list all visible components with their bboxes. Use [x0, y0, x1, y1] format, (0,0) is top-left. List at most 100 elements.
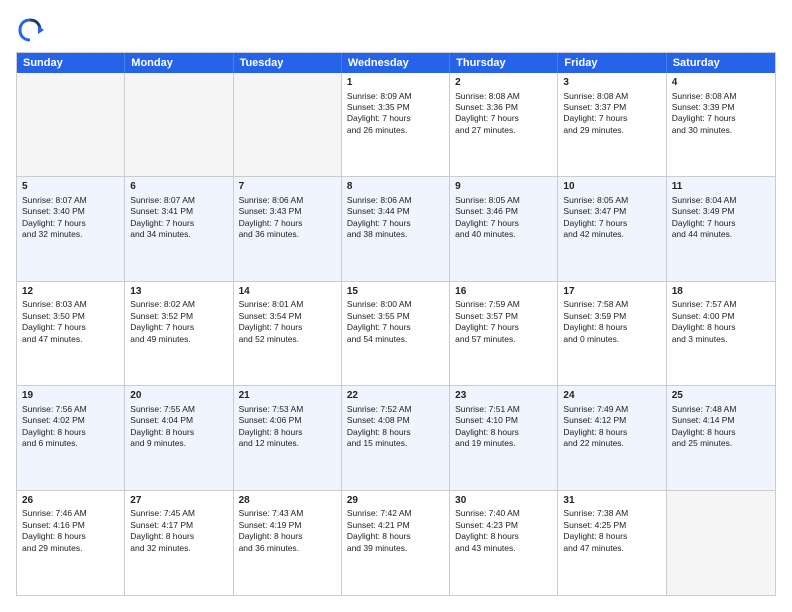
cell-line: Sunset: 4:08 PM	[347, 415, 444, 426]
cell-line: and 29 minutes.	[22, 543, 119, 554]
calendar-cell-6: 6Sunrise: 8:07 AMSunset: 3:41 PMDaylight…	[125, 177, 233, 280]
calendar-body: 1Sunrise: 8:09 AMSunset: 3:35 PMDaylight…	[17, 73, 775, 595]
cell-line: Daylight: 8 hours	[130, 427, 227, 438]
cell-line: Sunset: 4:19 PM	[239, 520, 336, 531]
calendar-cell-5: 5Sunrise: 8:07 AMSunset: 3:40 PMDaylight…	[17, 177, 125, 280]
day-number: 28	[239, 494, 336, 508]
day-headers: SundayMondayTuesdayWednesdayThursdayFrid…	[17, 53, 775, 73]
day-number: 4	[672, 76, 770, 90]
cell-line: Daylight: 7 hours	[239, 218, 336, 229]
cell-line: and 34 minutes.	[130, 229, 227, 240]
day-number: 26	[22, 494, 119, 508]
empty-cell	[125, 73, 233, 176]
cell-line: Sunset: 3:44 PM	[347, 206, 444, 217]
cell-line: and 49 minutes.	[130, 334, 227, 345]
cell-line: and 39 minutes.	[347, 543, 444, 554]
calendar-cell-22: 22Sunrise: 7:52 AMSunset: 4:08 PMDayligh…	[342, 386, 450, 489]
day-number: 31	[563, 494, 660, 508]
cell-line: and 27 minutes.	[455, 125, 552, 136]
calendar-cell-24: 24Sunrise: 7:49 AMSunset: 4:12 PMDayligh…	[558, 386, 666, 489]
calendar-cell-9: 9Sunrise: 8:05 AMSunset: 3:46 PMDaylight…	[450, 177, 558, 280]
calendar-cell-1: 1Sunrise: 8:09 AMSunset: 3:35 PMDaylight…	[342, 73, 450, 176]
calendar-cell-18: 18Sunrise: 7:57 AMSunset: 4:00 PMDayligh…	[667, 282, 775, 385]
cell-line: Daylight: 8 hours	[672, 322, 770, 333]
calendar: SundayMondayTuesdayWednesdayThursdayFrid…	[16, 52, 776, 596]
cell-line: and 22 minutes.	[563, 438, 660, 449]
cell-line: and 0 minutes.	[563, 334, 660, 345]
day-number: 6	[130, 180, 227, 194]
cell-line: Sunset: 4:10 PM	[455, 415, 552, 426]
page: SundayMondayTuesdayWednesdayThursdayFrid…	[0, 0, 792, 612]
cell-line: Sunset: 3:49 PM	[672, 206, 770, 217]
cell-line: Sunrise: 7:57 AM	[672, 299, 770, 310]
cell-line: and 38 minutes.	[347, 229, 444, 240]
cell-line: Daylight: 8 hours	[347, 427, 444, 438]
cell-line: Daylight: 8 hours	[563, 531, 660, 542]
cell-line: Sunrise: 7:43 AM	[239, 508, 336, 519]
day-number: 24	[563, 389, 660, 403]
day-number: 16	[455, 285, 552, 299]
cell-line: Sunset: 3:52 PM	[130, 311, 227, 322]
cell-line: Sunrise: 8:06 AM	[347, 195, 444, 206]
day-header-wednesday: Wednesday	[342, 53, 450, 73]
cell-line: and 3 minutes.	[672, 334, 770, 345]
cell-line: Daylight: 7 hours	[347, 113, 444, 124]
day-number: 13	[130, 285, 227, 299]
calendar-cell-27: 27Sunrise: 7:45 AMSunset: 4:17 PMDayligh…	[125, 491, 233, 595]
cell-line: Sunset: 3:36 PM	[455, 102, 552, 113]
cell-line: Daylight: 7 hours	[563, 218, 660, 229]
calendar-cell-23: 23Sunrise: 7:51 AMSunset: 4:10 PMDayligh…	[450, 386, 558, 489]
cell-line: Sunset: 3:39 PM	[672, 102, 770, 113]
calendar-cell-30: 30Sunrise: 7:40 AMSunset: 4:23 PMDayligh…	[450, 491, 558, 595]
calendar-cell-8: 8Sunrise: 8:06 AMSunset: 3:44 PMDaylight…	[342, 177, 450, 280]
day-number: 25	[672, 389, 770, 403]
day-number: 11	[672, 180, 770, 194]
cell-line: Sunset: 4:23 PM	[455, 520, 552, 531]
cell-line: Daylight: 7 hours	[130, 218, 227, 229]
logo	[16, 16, 48, 44]
cell-line: Sunrise: 8:08 AM	[672, 91, 770, 102]
cell-line: Sunrise: 7:55 AM	[130, 404, 227, 415]
cell-line: Sunrise: 8:04 AM	[672, 195, 770, 206]
cell-line: Sunset: 4:06 PM	[239, 415, 336, 426]
cell-line: Sunset: 4:02 PM	[22, 415, 119, 426]
calendar-cell-7: 7Sunrise: 8:06 AMSunset: 3:43 PMDaylight…	[234, 177, 342, 280]
cell-line: Sunrise: 7:45 AM	[130, 508, 227, 519]
day-number: 1	[347, 76, 444, 90]
cell-line: Sunrise: 8:08 AM	[563, 91, 660, 102]
day-number: 7	[239, 180, 336, 194]
cell-line: Sunset: 3:43 PM	[239, 206, 336, 217]
cell-line: Sunrise: 8:03 AM	[22, 299, 119, 310]
cell-line: and 15 minutes.	[347, 438, 444, 449]
calendar-cell-2: 2Sunrise: 8:08 AMSunset: 3:36 PMDaylight…	[450, 73, 558, 176]
cell-line: Daylight: 8 hours	[22, 531, 119, 542]
cell-line: Sunset: 3:59 PM	[563, 311, 660, 322]
empty-cell	[667, 491, 775, 595]
cell-line: Sunrise: 8:01 AM	[239, 299, 336, 310]
cell-line: and 52 minutes.	[239, 334, 336, 345]
cell-line: Sunrise: 8:05 AM	[455, 195, 552, 206]
day-number: 27	[130, 494, 227, 508]
cell-line: Daylight: 8 hours	[239, 531, 336, 542]
calendar-cell-29: 29Sunrise: 7:42 AMSunset: 4:21 PMDayligh…	[342, 491, 450, 595]
calendar-cell-15: 15Sunrise: 8:00 AMSunset: 3:55 PMDayligh…	[342, 282, 450, 385]
calendar-cell-31: 31Sunrise: 7:38 AMSunset: 4:25 PMDayligh…	[558, 491, 666, 595]
cell-line: and 36 minutes.	[239, 543, 336, 554]
day-number: 3	[563, 76, 660, 90]
cell-line: and 47 minutes.	[563, 543, 660, 554]
cell-line: Daylight: 7 hours	[672, 113, 770, 124]
cell-line: and 36 minutes.	[239, 229, 336, 240]
cell-line: Sunset: 3:37 PM	[563, 102, 660, 113]
cell-line: Sunrise: 7:56 AM	[22, 404, 119, 415]
cell-line: Daylight: 7 hours	[563, 113, 660, 124]
cell-line: Daylight: 7 hours	[22, 322, 119, 333]
cell-line: Sunset: 3:50 PM	[22, 311, 119, 322]
cell-line: Sunrise: 7:38 AM	[563, 508, 660, 519]
day-header-monday: Monday	[125, 53, 233, 73]
calendar-cell-21: 21Sunrise: 7:53 AMSunset: 4:06 PMDayligh…	[234, 386, 342, 489]
cell-line: and 25 minutes.	[672, 438, 770, 449]
calendar-row-0: 1Sunrise: 8:09 AMSunset: 3:35 PMDaylight…	[17, 73, 775, 177]
cell-line: and 32 minutes.	[22, 229, 119, 240]
cell-line: Daylight: 8 hours	[239, 427, 336, 438]
calendar-cell-14: 14Sunrise: 8:01 AMSunset: 3:54 PMDayligh…	[234, 282, 342, 385]
